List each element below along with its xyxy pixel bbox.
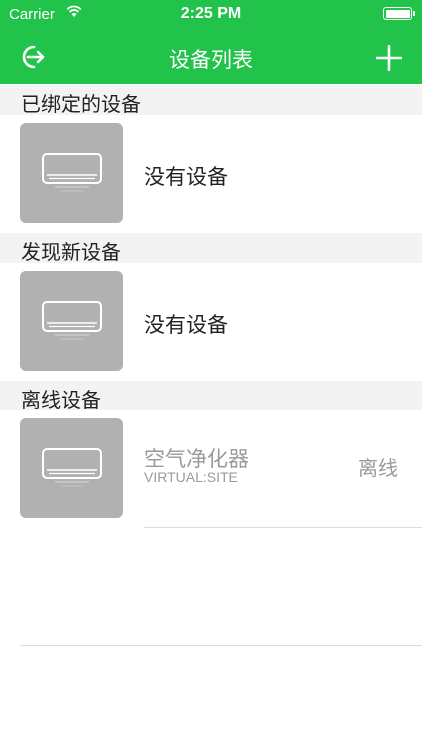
list-footer-divider bbox=[20, 645, 422, 646]
status-bar: Carrier 2:25 PM bbox=[0, 0, 422, 30]
row-divider bbox=[144, 527, 422, 528]
section-title: 离线设备 bbox=[21, 388, 101, 412]
device-row-offline[interactable]: 空气净化器 VIRTUAL:SITE 离线 bbox=[0, 410, 422, 528]
status-time: 2:25 PM bbox=[180, 5, 242, 22]
section-header-discovered: 发现新设备 bbox=[0, 233, 422, 264]
list-item-empty-discovered: 没有设备 bbox=[0, 263, 422, 381]
section-header-bound: 已绑定的设备 bbox=[0, 85, 422, 116]
section-title: 发现新设备 bbox=[21, 240, 121, 264]
device-thumbnail bbox=[20, 123, 123, 223]
empty-label: 没有设备 bbox=[144, 313, 228, 337]
device-thumbnail bbox=[20, 418, 123, 518]
device-thumbnail bbox=[20, 271, 123, 371]
add-device-button[interactable] bbox=[370, 36, 410, 78]
air-conditioner-icon bbox=[42, 153, 102, 192]
section-title: 已绑定的设备 bbox=[21, 92, 141, 116]
section-header-offline: 离线设备 bbox=[0, 381, 422, 412]
page-title: 设备列表 bbox=[169, 48, 253, 72]
device-id: VIRTUAL:SITE bbox=[144, 469, 238, 485]
battery-tip bbox=[413, 11, 415, 16]
app-header: Carrier 2:25 PM 设备列表 bbox=[0, 0, 422, 84]
status-badge: 离线 bbox=[358, 456, 398, 480]
air-conditioner-icon bbox=[42, 301, 102, 340]
battery-icon bbox=[383, 7, 412, 20]
plus-icon bbox=[376, 45, 402, 71]
nav-bar: 设备列表 bbox=[0, 30, 422, 84]
air-conditioner-icon bbox=[42, 448, 102, 487]
list-item-empty-bound: 没有设备 bbox=[0, 115, 422, 233]
empty-label: 没有设备 bbox=[144, 165, 228, 189]
